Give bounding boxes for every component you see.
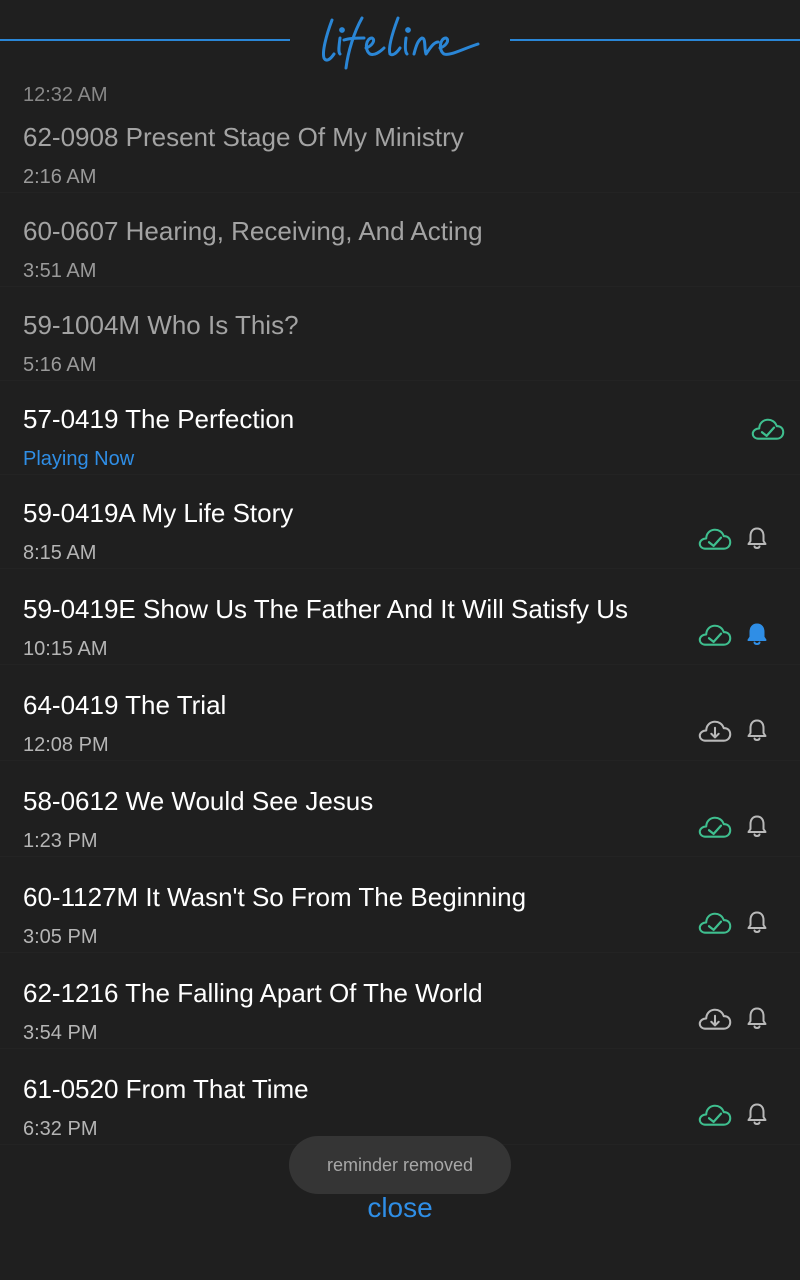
playing-now-label: Playing Now — [23, 448, 135, 470]
lifeline-logo — [322, 16, 480, 70]
list-item[interactable]: 59-0419E Show Us The Father And It Will … — [0, 572, 800, 665]
item-title: 64-0419 The Trial — [23, 690, 227, 720]
header-divider-left — [0, 39, 290, 41]
cloud-download-icon[interactable] — [697, 717, 733, 750]
bell-outline-icon[interactable] — [746, 1006, 768, 1035]
list-item[interactable]: 61-0520 From That Time 6:32 PM — [0, 1052, 800, 1145]
item-time: 8:15 AM — [23, 542, 97, 564]
item-title: 61-0520 From That Time — [23, 1074, 309, 1104]
item-title: 57-0419 The Perfection — [23, 404, 295, 434]
cloud-check-icon[interactable] — [697, 621, 733, 654]
list-item[interactable]: 58-0612 We Would See Jesus 1:23 PM — [0, 764, 800, 857]
bell-filled-icon[interactable] — [746, 622, 768, 651]
bell-outline-icon[interactable] — [746, 1102, 768, 1131]
toast-message: reminder removed — [289, 1136, 511, 1194]
item-time: 6:32 PM — [23, 1118, 98, 1140]
bell-outline-icon[interactable] — [746, 910, 768, 939]
app-header — [0, 0, 800, 82]
list-item[interactable]: 62-0908 Present Stage Of My Ministry 2:16… — [0, 100, 800, 193]
item-time: 3:51 AM — [23, 260, 97, 282]
item-title: 59-0419A My Life Story — [23, 498, 294, 528]
bell-outline-icon[interactable] — [746, 526, 768, 555]
item-title: 58-0612 We Would See Jesus — [23, 786, 374, 816]
cloud-check-icon[interactable] — [750, 415, 786, 448]
bell-outline-icon[interactable] — [746, 718, 768, 747]
cloud-check-icon[interactable] — [697, 909, 733, 942]
bell-outline-icon[interactable] — [746, 814, 768, 843]
list-item[interactable]: 60-0607 Hearing, Receiving, And Acting 3:… — [0, 194, 800, 287]
header-divider-right — [510, 39, 800, 41]
item-time: 2:16 AM — [23, 166, 97, 188]
item-time: 3:54 PM — [23, 1022, 98, 1044]
item-title: 62-0908 Present Stage Of My Ministry — [23, 122, 464, 152]
list-item[interactable]: 60-1127M It Wasn't So From The Beginning… — [0, 860, 800, 953]
cloud-check-icon[interactable] — [697, 525, 733, 558]
list-item[interactable]: 64-0419 The Trial 12:08 PM — [0, 668, 800, 761]
item-time: 3:05 PM — [23, 926, 98, 948]
cloud-check-icon[interactable] — [697, 1101, 733, 1134]
close-button[interactable]: close — [0, 1192, 800, 1224]
item-time: 5:16 AM — [23, 354, 97, 376]
item-time: 1:23 PM — [23, 830, 98, 852]
item-time: 10:15 AM — [23, 638, 108, 660]
list-item[interactable]: 62-1216 The Falling Apart Of The World 3:… — [0, 956, 800, 1049]
list-item[interactable]: 59-1004M Who Is This? 5:16 AM — [0, 288, 800, 381]
item-title: 59-1004M Who Is This? — [23, 310, 299, 340]
item-time: 12:08 PM — [23, 734, 109, 756]
list-item[interactable]: 59-0419A My Life Story 8:15 AM — [0, 476, 800, 569]
cloud-check-icon[interactable] — [697, 813, 733, 846]
item-title: 60-0607 Hearing, Receiving, And Acting — [23, 216, 483, 246]
item-title: 62-1216 The Falling Apart Of The World — [23, 978, 483, 1008]
item-title: 59-0419E Show Us The Father And It Will … — [23, 594, 629, 624]
item-title: 60-1127M It Wasn't So From The Beginning — [23, 882, 527, 912]
cloud-download-icon[interactable] — [697, 1005, 733, 1038]
list-item[interactable]: 57-0419 The Perfection Playing Now — [0, 382, 800, 475]
